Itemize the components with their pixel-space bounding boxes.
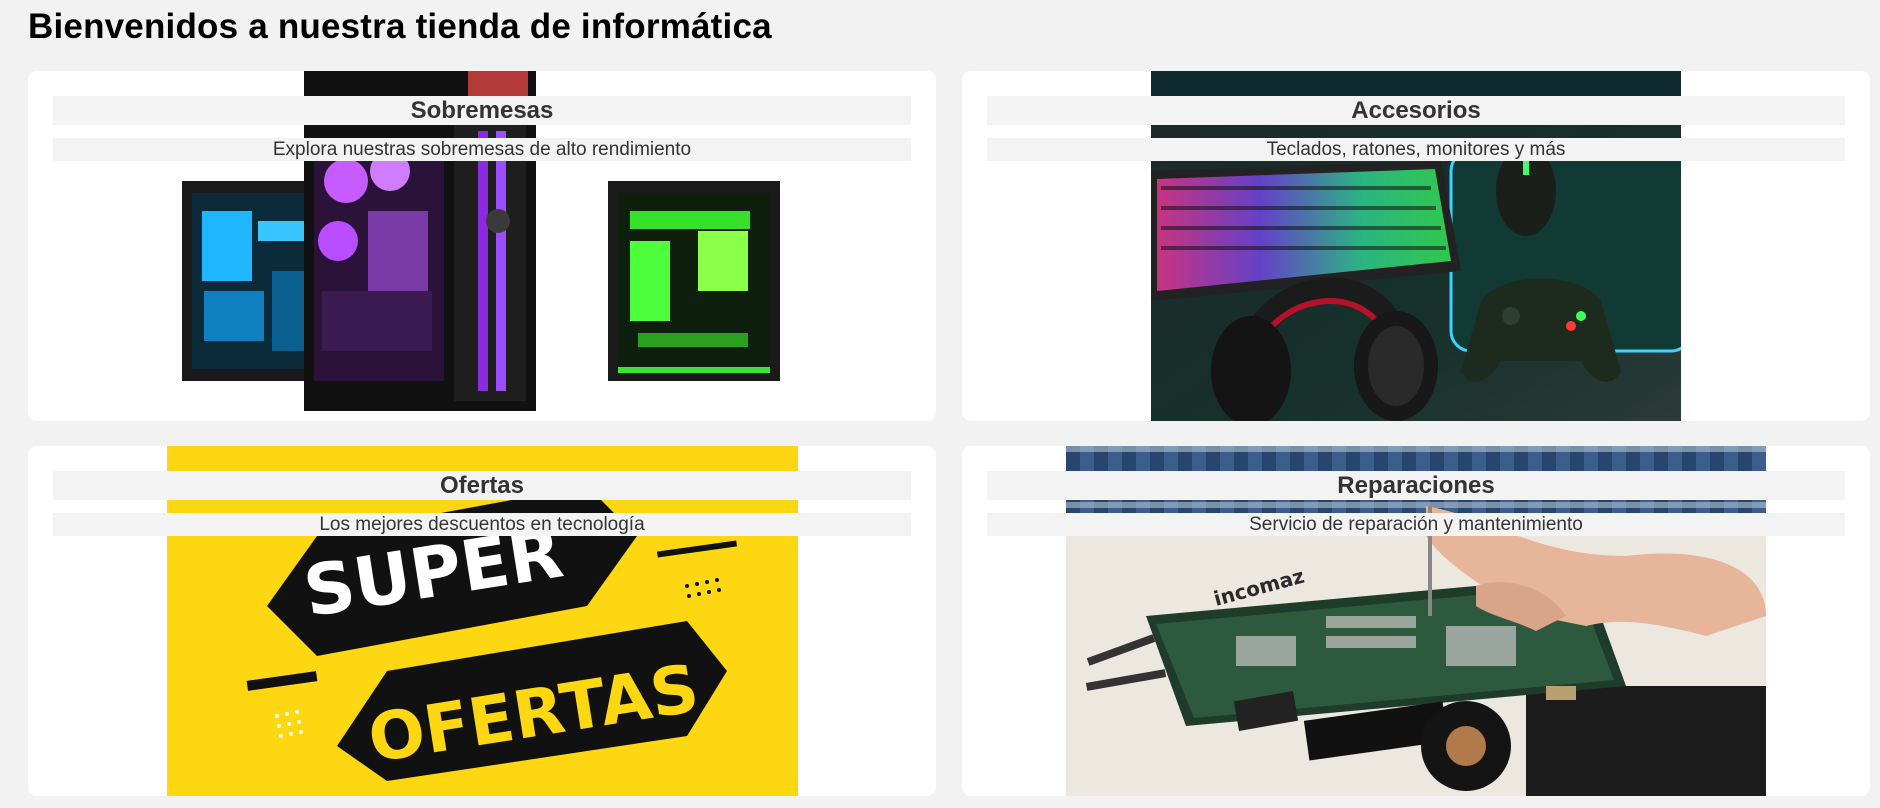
card-title: Ofertas xyxy=(53,471,911,500)
card-description: Teclados, ratones, monitores y más xyxy=(987,138,1845,161)
page-title: Bienvenidos a nuestra tienda de informát… xyxy=(28,7,772,46)
card-description: Los mejores descuentos en tecnología xyxy=(53,513,911,536)
category-grid: Sobremesas Explora nuestras sobremesas d… xyxy=(28,71,1870,796)
card-title: Reparaciones xyxy=(987,471,1845,500)
card-description: Explora nuestras sobremesas de alto rend… xyxy=(53,138,911,161)
card-description: Servicio de reparación y mantenimiento xyxy=(987,513,1845,536)
card-reparaciones[interactable]: incomaz Reparaciones Servicio de reparac xyxy=(962,446,1870,796)
card-sobremesas[interactable]: Sobremesas Explora nuestras sobremesas d… xyxy=(28,71,936,421)
card-ofertas[interactable]: SUPER OFERTAS Ofertas Los mejores descue… xyxy=(28,446,936,796)
card-title: Sobremesas xyxy=(53,96,911,125)
card-accesorios[interactable]: Accesorios Teclados, ratones, monitores … xyxy=(962,71,1870,421)
page: Bienvenidos a nuestra tienda de informát… xyxy=(0,0,1880,808)
card-title: Accesorios xyxy=(987,96,1845,125)
